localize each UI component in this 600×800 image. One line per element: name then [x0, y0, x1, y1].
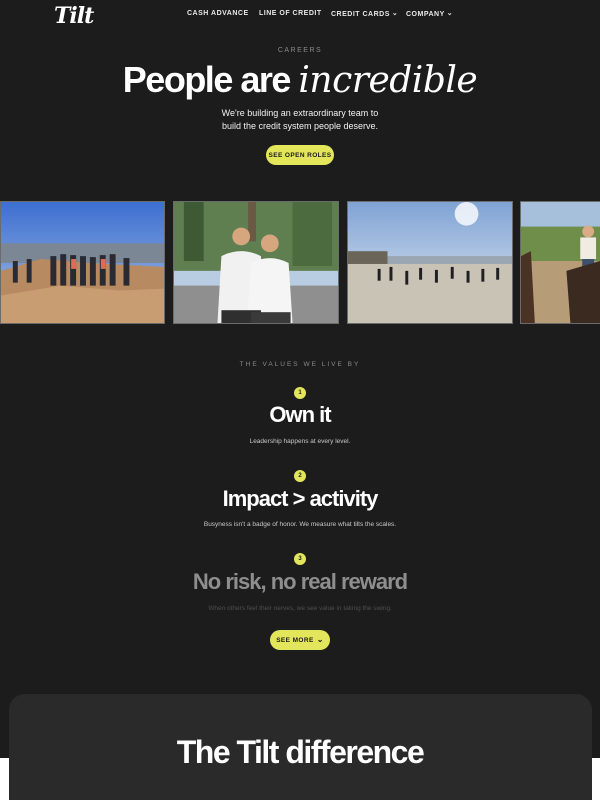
hero-subtitle: We're building an extraordinary team to … [0, 107, 600, 133]
nav-company[interactable]: COMPANY ⌄ [406, 10, 453, 18]
value-description-2: Busyness isn't a badge of honor. We meas… [203, 521, 397, 528]
careers-page: Tilt CASH ADVANCE LINE OF CREDIT CREDIT … [0, 0, 600, 800]
difference-title: The Tilt difference [176, 734, 425, 770]
chevron-down-icon: ⌄ [391, 10, 399, 17]
hero-title-italic: incredible [298, 60, 478, 101]
value-description-1: Leadership happens at every level. [249, 438, 351, 445]
tilt-logo[interactable]: Tilt [54, 3, 94, 29]
see-more-label: SEE MORE [276, 636, 314, 644]
see-more-button[interactable]: SEE MORE ⌄ [270, 630, 330, 650]
nav-credit-cards[interactable]: CREDIT CARDS ⌄ [331, 10, 398, 18]
nav-credit-cards-label: CREDIT CARDS [331, 10, 390, 18]
nav-line-of-credit-label: LINE OF CREDIT [259, 10, 322, 17]
chevron-down-icon: ⌄ [446, 10, 454, 17]
hero-title: People are incredible [0, 58, 600, 103]
value-title-1: Own it [269, 402, 331, 427]
hero-subtitle-line-2: build the credit system people deserve. [221, 121, 379, 131]
value-number-1: 1 [294, 387, 306, 399]
horse-riding-photo [520, 201, 600, 324]
value-title-2: Impact > activity [222, 486, 379, 511]
nav-cash-advance[interactable]: CASH ADVANCE [187, 10, 249, 17]
hero-subtitle-line-1: We're building an extraordinary team to [221, 108, 379, 118]
chevron-down-icon: ⌄ [316, 634, 324, 644]
nav-company-label: COMPANY [406, 10, 445, 18]
value-title-3: No risk, no real reward [192, 569, 408, 594]
careers-eyebrow: CAREERS [277, 47, 323, 54]
top-nav: Tilt CASH ADVANCE LINE OF CREDIT CREDIT … [0, 0, 600, 30]
nav-line-of-credit[interactable]: LINE OF CREDIT [259, 10, 322, 17]
nav-cash-advance-label: CASH ADVANCE [187, 10, 249, 17]
beach-group-photo [347, 201, 513, 324]
value-number-3: 3 [294, 553, 306, 565]
group-hike-photo [0, 201, 165, 324]
values-eyebrow: THE VALUES WE LIVE BY [239, 361, 361, 368]
value-description-3: When others feel their nerves, we see va… [208, 605, 392, 612]
see-open-roles-button[interactable]: SEE OPEN ROLES [266, 145, 334, 165]
value-number-2: 2 [294, 470, 306, 482]
hero-title-plain: People are [122, 59, 299, 100]
two-people-photo [173, 201, 339, 324]
